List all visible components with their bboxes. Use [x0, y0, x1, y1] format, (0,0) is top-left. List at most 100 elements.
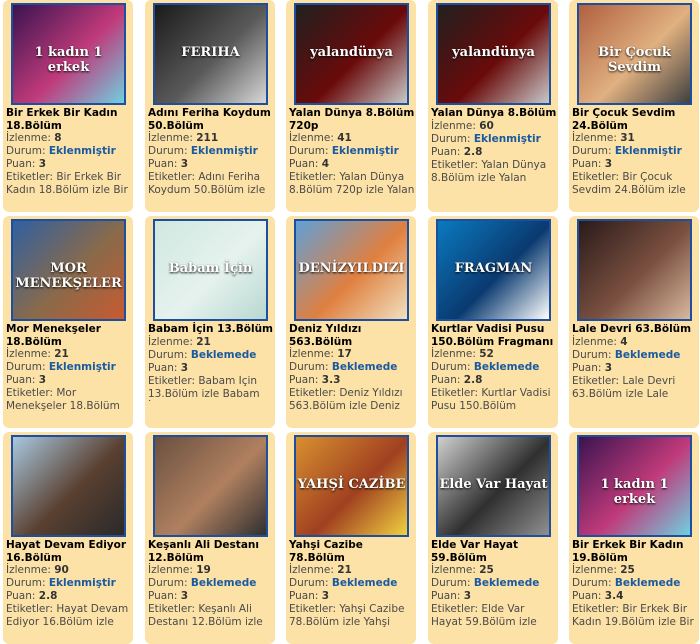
- episode-title[interactable]: Adını Feriha Koydum 50.Bölüm: [148, 107, 274, 132]
- status-badge[interactable]: Eklenmiştir: [191, 145, 258, 157]
- views-label: İzlenme:: [148, 564, 193, 576]
- episode-card[interactable]: YAHŞİ CAZİBE Yahşi Cazibe 78.Bölüm İzlen…: [286, 432, 416, 644]
- episode-thumbnail[interactable]: Elde Var Hayat: [436, 435, 551, 537]
- tags-label: Etiketler:: [6, 387, 53, 399]
- episode-card[interactable]: Babam İçin Babam İçin 13.Bölüm İzlenme: …: [145, 216, 275, 428]
- episode-title[interactable]: Hayat Devam Ediyor 16.Bölüm: [6, 539, 132, 564]
- episode-info: Yalan Dünya 8.Bölüm 720p İzlenme: 41 Dur…: [289, 107, 415, 197]
- episode-info: Yahşi Cazibe 78.Bölüm İzlenme: 21 Durum:…: [289, 539, 415, 629]
- episode-title[interactable]: Bir Erkek Bir Kadın 19.Bölüm: [572, 539, 698, 564]
- views-row: İzlenme: 90: [6, 564, 132, 577]
- tags-row: Etiketler: Bir Erkek Bir Kadın 18.Bölüm …: [6, 171, 132, 197]
- score-row: Puan: 2.8: [6, 590, 132, 603]
- episode-thumbnail[interactable]: Bir Çocuk Sevdim: [577, 3, 692, 105]
- episode-thumbnail[interactable]: yalandünya: [436, 3, 551, 105]
- episode-thumbnail[interactable]: [577, 219, 692, 321]
- episode-card[interactable]: FERIHA Adını Feriha Koydum 50.Bölüm İzle…: [145, 0, 275, 212]
- status-row: Durum: Eklenmiştir: [572, 145, 698, 158]
- episode-thumbnail[interactable]: DENİZYILDIZI: [294, 219, 409, 321]
- views-row: İzlenme: 31: [572, 132, 698, 145]
- tags-row: Etiketler: Kurtlar Vadisi Pusu 150.Bölüm: [431, 387, 557, 413]
- episode-card[interactable]: Lale Devri 63.Bölüm İzlenme: 4 Durum: Be…: [569, 216, 699, 428]
- views-value: 211: [196, 132, 219, 144]
- score-value: 3: [180, 590, 189, 602]
- episode-title[interactable]: Yalan Dünya 8.Bölüm 720p: [289, 107, 415, 132]
- episode-info: Yalan Dünya 8.Bölüm İzlenme: 60 Durum: E…: [431, 107, 557, 185]
- tags-row: Etiketler: Bir Çocuk Sevdim 24.Bölüm izl…: [572, 171, 698, 197]
- episode-thumbnail[interactable]: yalandünya: [294, 3, 409, 105]
- episode-thumbnail[interactable]: FERIHA: [153, 3, 268, 105]
- tags-row: Etiketler: Yalan Dünya 8.Bölüm 720p izle…: [289, 171, 415, 197]
- status-label: Durum:: [289, 145, 329, 157]
- episode-thumbnail[interactable]: 1 kadın 1 erkek: [577, 435, 692, 537]
- tags-label: Etiketler:: [289, 387, 336, 399]
- episode-title[interactable]: Yahşi Cazibe 78.Bölüm: [289, 539, 415, 564]
- status-badge[interactable]: Eklenmiştir: [49, 361, 116, 373]
- episode-card[interactable]: Hayat Devam Ediyor 16.Bölüm İzlenme: 90 …: [3, 432, 133, 644]
- episode-title[interactable]: Deniz Yıldızı 563.Bölüm: [289, 323, 415, 348]
- episode-thumbnail[interactable]: FRAGMAN: [436, 219, 551, 321]
- episode-thumbnail[interactable]: YAHŞİ CAZİBE: [294, 435, 409, 537]
- episode-card[interactable]: DENİZYILDIZI Deniz Yıldızı 563.Bölüm İzl…: [286, 216, 416, 428]
- episode-thumbnail[interactable]: MOR MENEKŞELER: [11, 219, 126, 321]
- thumbnail-caption: DENİZYILDIZI: [298, 261, 405, 276]
- views-value: 25: [620, 564, 635, 576]
- episode-card[interactable]: 1 kadın 1 erkek Bir Erkek Bir Kadın 19.B…: [569, 432, 699, 644]
- views-row: İzlenme: 60: [431, 120, 557, 133]
- views-row: İzlenme: 41: [289, 132, 415, 145]
- score-label: Puan:: [431, 590, 461, 602]
- episode-title[interactable]: Yalan Dünya 8.Bölüm: [431, 107, 557, 120]
- status-badge[interactable]: Beklemede: [191, 349, 257, 361]
- status-row: Durum: Beklemede: [431, 577, 557, 590]
- episode-title[interactable]: Mor Menekşeler 18.Bölüm: [6, 323, 132, 348]
- episode-card[interactable]: Elde Var Hayat Elde Var Hayat 59.Bölüm İ…: [428, 432, 558, 644]
- status-badge[interactable]: Beklemede: [615, 577, 681, 589]
- episode-title[interactable]: Babam İçin 13.Bölüm: [148, 323, 274, 336]
- tags-label: Etiketler:: [6, 171, 53, 183]
- episode-title[interactable]: Bir Çocuk Sevdim 24.Bölüm: [572, 107, 698, 132]
- episode-card[interactable]: yalandünya Yalan Dünya 8.Bölüm İzlenme: …: [428, 0, 558, 212]
- episode-title[interactable]: Elde Var Hayat 59.Bölüm: [431, 539, 557, 564]
- episode-card[interactable]: yalandünya Yalan Dünya 8.Bölüm 720p İzle…: [286, 0, 416, 212]
- episode-thumbnail[interactable]: 1 kadın 1 erkek: [11, 3, 126, 105]
- episode-thumbnail[interactable]: Babam İçin: [153, 219, 268, 321]
- status-badge[interactable]: Beklemede: [191, 577, 257, 589]
- score-label: Puan:: [148, 361, 178, 374]
- status-badge[interactable]: Eklenmiştir: [474, 133, 541, 145]
- score-value: 3: [38, 374, 47, 386]
- episode-title[interactable]: Keşanlı Ali Destanı 12.Bölüm: [148, 539, 274, 564]
- episode-card[interactable]: 1 kadın 1 erkek Bir Erkek Bir Kadın 18.B…: [3, 0, 133, 212]
- score-label: Puan:: [6, 158, 36, 170]
- tags-row: Etiketler: Hayat Devam Ediyor 16.Bölüm i…: [6, 603, 132, 629]
- status-badge[interactable]: Eklenmiştir: [615, 145, 682, 157]
- status-badge[interactable]: Beklemede: [332, 361, 398, 373]
- episode-title[interactable]: Kurtlar Vadisi Pusu 150.Bölüm Fragmanı: [431, 323, 557, 348]
- status-row: Durum: Beklemede: [148, 577, 274, 590]
- episode-info: Bir Erkek Bir Kadın 18.Bölüm İzlenme: 8 …: [6, 107, 132, 197]
- status-badge[interactable]: Eklenmiştir: [49, 577, 116, 589]
- score-label: Puan:: [431, 374, 461, 386]
- status-row: Durum: Beklemede: [572, 349, 698, 362]
- episode-title[interactable]: Lale Devri 63.Bölüm: [572, 323, 698, 336]
- status-badge[interactable]: Eklenmiştir: [332, 145, 399, 157]
- status-badge[interactable]: Beklemede: [332, 577, 398, 589]
- status-row: Durum: Beklemede: [289, 361, 415, 374]
- views-row: İzlenme: 21: [6, 348, 132, 361]
- episode-card[interactable]: Keşanlı Ali Destanı 12.Bölüm İzlenme: 19…: [145, 432, 275, 644]
- episode-card[interactable]: Bir Çocuk Sevdim Bir Çocuk Sevdim 24.Böl…: [569, 0, 699, 212]
- episode-title[interactable]: Bir Erkek Bir Kadın 18.Bölüm: [6, 107, 132, 132]
- tags-label: Etiketler:: [431, 158, 478, 171]
- status-badge[interactable]: Eklenmiştir: [49, 145, 116, 157]
- episode-thumbnail[interactable]: [153, 435, 268, 537]
- status-row: Durum: Beklemede: [572, 577, 698, 590]
- status-badge[interactable]: Beklemede: [615, 349, 681, 361]
- status-badge[interactable]: Beklemede: [474, 361, 540, 373]
- episode-card[interactable]: MOR MENEKŞELER Mor Menekşeler 18.Bölüm İ…: [3, 216, 133, 428]
- score-value: 2.8: [463, 145, 483, 158]
- thumbnail-caption: 1 kadın 1 erkek: [600, 477, 669, 507]
- score-label: Puan:: [289, 158, 319, 170]
- tags-row: Etiketler: Deniz Yıldızı 563.Bölüm izle …: [289, 387, 415, 413]
- status-badge[interactable]: Beklemede: [474, 577, 540, 589]
- episode-thumbnail[interactable]: [11, 435, 126, 537]
- episode-card[interactable]: FRAGMAN Kurtlar Vadisi Pusu 150.Bölüm Fr…: [428, 216, 558, 428]
